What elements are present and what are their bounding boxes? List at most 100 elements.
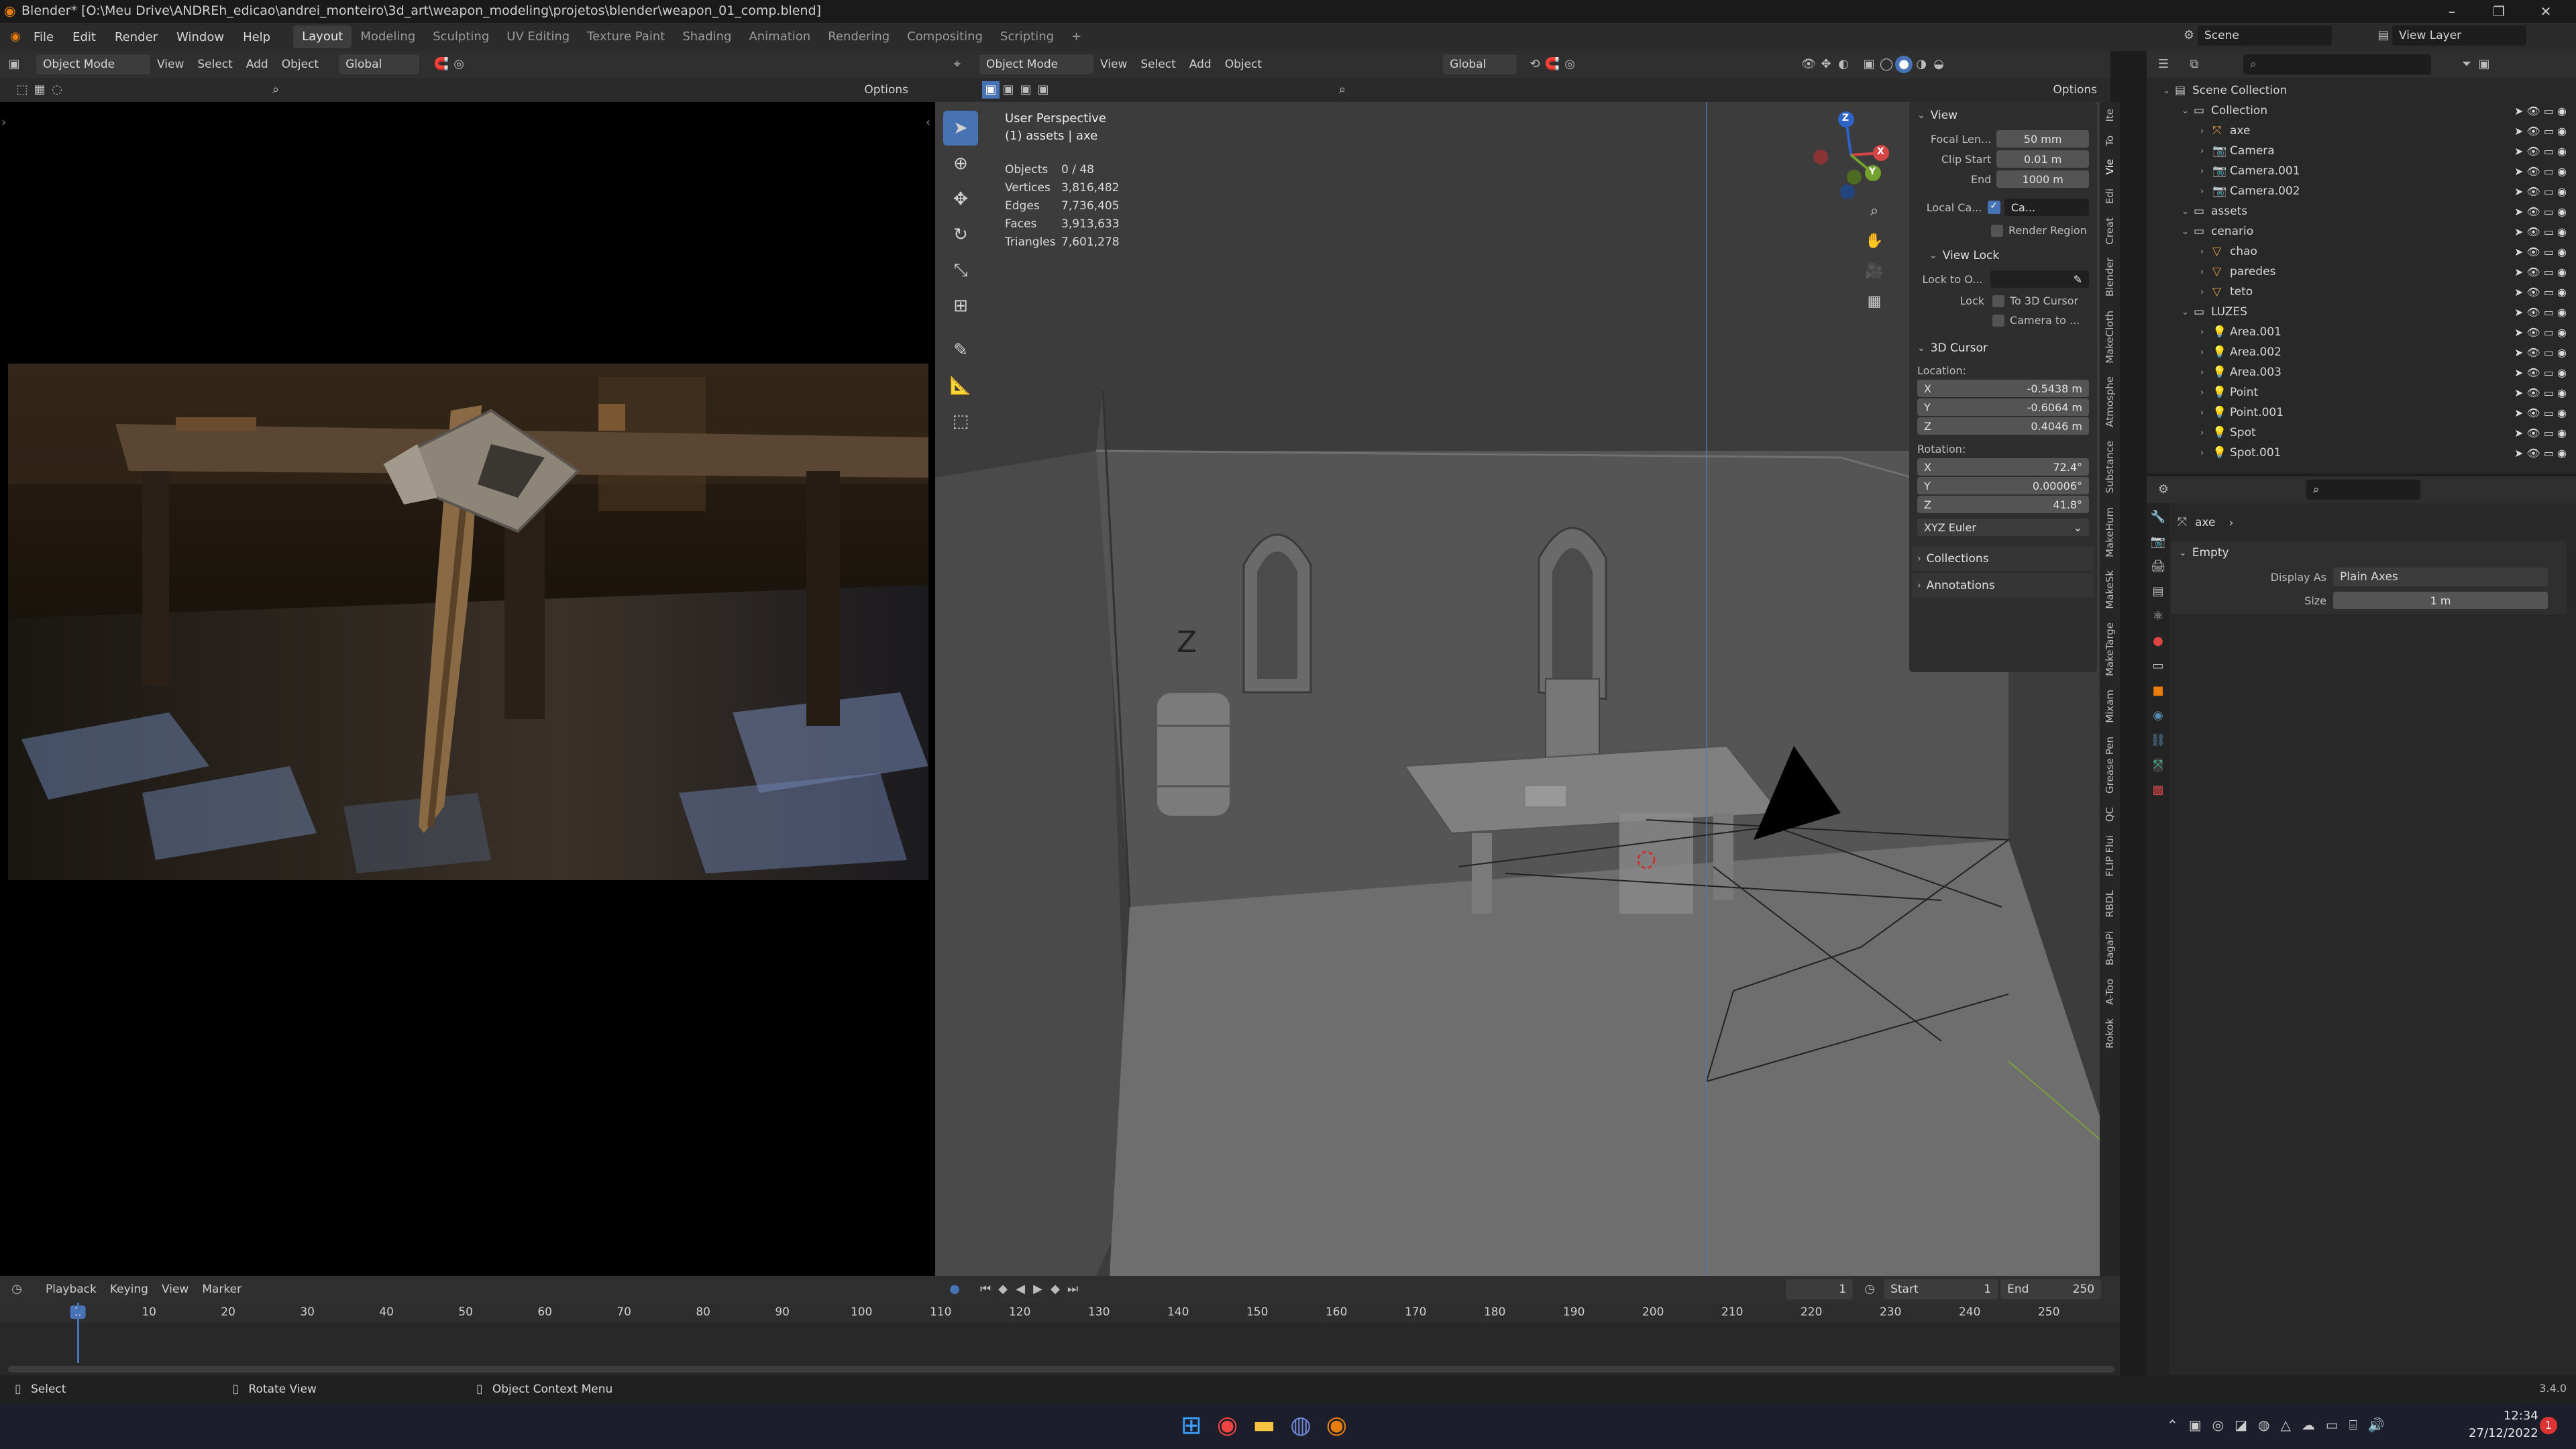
tab-rendering[interactable]: Rendering	[819, 25, 898, 48]
disclosure-chevron-icon[interactable]: ›	[2200, 287, 2212, 297]
tray-chevron-up-icon[interactable]: ⌃	[2167, 1417, 2178, 1433]
start-frame-field[interactable]: Start 1	[1884, 1279, 1998, 1299]
menu-render[interactable]: Render	[105, 30, 167, 44]
outliner-item[interactable]: › 📷 Camera.002 ➤ 👁 ▭ ◉	[2147, 181, 2576, 201]
empty-section-header[interactable]: ⌄ Empty	[2171, 541, 2567, 565]
image-view[interactable]: › ‹	[0, 102, 935, 1276]
scale-tool-icon[interactable]: ⤡	[943, 253, 978, 288]
visibility-toggles[interactable]: ➤ 👁 ▭ ◉	[2514, 286, 2567, 299]
ortho-grid-icon[interactable]: ▦	[1861, 286, 1888, 316]
proportional-edit-icon[interactable]: ◎	[450, 56, 468, 73]
sidebar-tab[interactable]: Blender	[2104, 258, 2116, 297]
scene-name[interactable]: Scene	[2198, 25, 2332, 46]
outliner-item[interactable]: › ▽ teto ➤ 👁 ▭ ◉	[2147, 282, 2576, 302]
output-tab-icon[interactable]: 🖨	[2151, 559, 2166, 574]
scene-selector[interactable]: ⚙ Scene	[2180, 25, 2332, 46]
outliner-item[interactable]: › ⤧ axe ➤ 👁 ▭ ◉	[2147, 121, 2576, 141]
disclosure-chevron-icon[interactable]: ⌄	[2182, 207, 2194, 217]
outliner-item[interactable]: ⌄ ▭ LUZES ➤ 👁 ▭ ◉	[2147, 302, 2576, 322]
render-tab-icon[interactable]: 📷	[2151, 535, 2165, 549]
focal-length-field[interactable]: 50 mm	[1996, 130, 2089, 148]
add-workspace-button[interactable]: +	[1063, 25, 1090, 48]
tray-steam-icon[interactable]: ◎	[2212, 1417, 2224, 1433]
image-mode-dropdown[interactable]: Object Mode	[36, 54, 150, 74]
sidebar-tab[interactable]: Ite	[2104, 109, 2116, 122]
image-menu-view[interactable]: View	[150, 58, 191, 71]
menu-file[interactable]: File	[24, 30, 63, 44]
sidebar-tab[interactable]: Creat	[2104, 217, 2116, 245]
add-cube-tool-icon[interactable]: ⬚	[943, 404, 978, 439]
navigation-gizmo[interactable]: Z X Y	[1807, 111, 1894, 199]
visibility-toggles[interactable]: ➤ 👁 ▭ ◉	[2514, 326, 2567, 339]
disclosure-chevron-icon[interactable]: ›	[2200, 186, 2212, 197]
auto-key-icon[interactable]: ●	[946, 1281, 963, 1298]
blender-menu-icon[interactable]: ◉	[7, 28, 24, 46]
sidebar-tab[interactable]: RBDL	[2104, 890, 2116, 918]
viewport-menu-add[interactable]: Add	[1183, 58, 1218, 71]
visibility-toggles[interactable]: ➤ 👁 ▭ ◉	[2514, 306, 2567, 319]
end-frame-field[interactable]: End 250	[2000, 1279, 2102, 1299]
discord-icon[interactable]: ◍	[1290, 1411, 1311, 1439]
camera-view-icon[interactable]: 🎥	[1861, 256, 1888, 286]
timeline-ruler[interactable]: 1102030405060708090100110120130140150160…	[0, 1303, 2120, 1323]
cursor-rotation-y-field[interactable]: Y 0.00006°	[1917, 477, 2089, 494]
tab-layout[interactable]: Layout	[293, 25, 352, 48]
sidebar-tab[interactable]: MakeHum	[2104, 507, 2116, 557]
rotation-mode-dropdown[interactable]: XYZ Euler ⌄	[1917, 519, 2089, 536]
sidebar-tab[interactable]: To	[2104, 136, 2116, 146]
tab-scripting[interactable]: Scripting	[991, 25, 1063, 48]
outliner-editor-icon[interactable]: ☰	[2155, 56, 2172, 73]
disclosure-chevron-icon[interactable]: ›	[2200, 146, 2212, 156]
visibility-icon[interactable]: 👁	[1800, 56, 1817, 73]
close-window-button[interactable]: ✕	[2522, 0, 2569, 23]
outliner-item[interactable]: › 💡 Area.001 ➤ 👁 ▭ ◉	[2147, 322, 2576, 342]
visibility-toggles[interactable]: ➤ 👁 ▭ ◉	[2514, 125, 2567, 138]
menu-help[interactable]: Help	[233, 30, 280, 44]
new-collection-icon[interactable]: ▣	[2475, 56, 2493, 73]
physics-tab-icon[interactable]: ◉	[2153, 708, 2163, 722]
timeline-menu-keying[interactable]: Keying	[103, 1283, 155, 1296]
outliner-item[interactable]: › 💡 Area.003 ➤ 👁 ▭ ◉	[2147, 362, 2576, 382]
viewport-menu-view[interactable]: View	[1093, 58, 1134, 71]
timeline-editor-icon[interactable]: ◷	[8, 1281, 25, 1298]
visibility-toggles[interactable]: ➤ 👁 ▭ ◉	[2514, 427, 2567, 439]
cursor-rotation-x-field[interactable]: X 72.4°	[1917, 458, 2089, 476]
next-key-icon[interactable]: ◆	[1046, 1281, 1064, 1298]
clock[interactable]: 12:34 27/12/2022	[2469, 1407, 2538, 1442]
tab-compositing[interactable]: Compositing	[898, 25, 991, 48]
image-menu-object[interactable]: Object	[275, 58, 325, 71]
collection-tab-icon[interactable]: ▭	[2152, 659, 2163, 673]
snap-toggle-icon[interactable]: 🧲	[1544, 56, 1561, 73]
sidebar-tab[interactable]: Atmosphe	[2104, 376, 2116, 427]
tab-modeling[interactable]: Modeling	[352, 25, 424, 48]
annotations-section[interactable]: › Annotations	[1912, 574, 2094, 598]
clip-end-field[interactable]: 1000 m	[1996, 170, 2089, 188]
timeline-menu-playback[interactable]: Playback	[39, 1283, 103, 1296]
sidebar-tab-view[interactable]: Vie	[2104, 159, 2116, 174]
play-reverse-icon[interactable]: ◀	[1012, 1281, 1029, 1298]
cursor-tool-icon[interactable]: ⊕	[943, 146, 978, 181]
disclosure-chevron-icon[interactable]: ›	[2200, 448, 2212, 458]
menu-edit[interactable]: Edit	[63, 30, 105, 44]
object-tab-icon[interactable]: ■	[2152, 684, 2163, 698]
tray-nvidia-icon[interactable]: ◪	[2235, 1417, 2247, 1433]
editor-type-icon[interactable]: ▣	[5, 56, 23, 73]
timeline-menu-marker[interactable]: Marker	[195, 1283, 248, 1296]
eyedropper-icon[interactable]: ✎	[2074, 273, 2082, 286]
select-box-icon[interactable]: ▦	[31, 81, 48, 99]
outliner-search-input[interactable]: ⌕	[2243, 54, 2431, 74]
viewport-menu-select[interactable]: Select	[1134, 58, 1182, 71]
image-menu-add[interactable]: Add	[239, 58, 275, 71]
disclosure-chevron-icon[interactable]: ›	[2200, 267, 2212, 277]
disclosure-chevron-icon[interactable]: ›	[2200, 327, 2212, 337]
file-explorer-icon[interactable]: ▬	[1252, 1411, 1275, 1439]
visibility-toggles[interactable]: ➤ 👁 ▭ ◉	[2514, 185, 2567, 198]
render-region-checkbox[interactable]	[1991, 224, 2003, 237]
local-camera-checkbox[interactable]: ✓	[1987, 201, 2000, 214]
material-shading-icon[interactable]: ◑	[1913, 56, 1930, 73]
overlay-icon[interactable]: ◐	[1835, 56, 1852, 73]
pan-hand-icon[interactable]: ✋	[1861, 226, 1888, 256]
visibility-toggles[interactable]: ➤ 👁 ▭ ◉	[2514, 407, 2567, 419]
properties-search-input[interactable]: ⌕	[2306, 480, 2420, 500]
view-layer-selector[interactable]: ▤ View Layer	[2375, 25, 2526, 46]
